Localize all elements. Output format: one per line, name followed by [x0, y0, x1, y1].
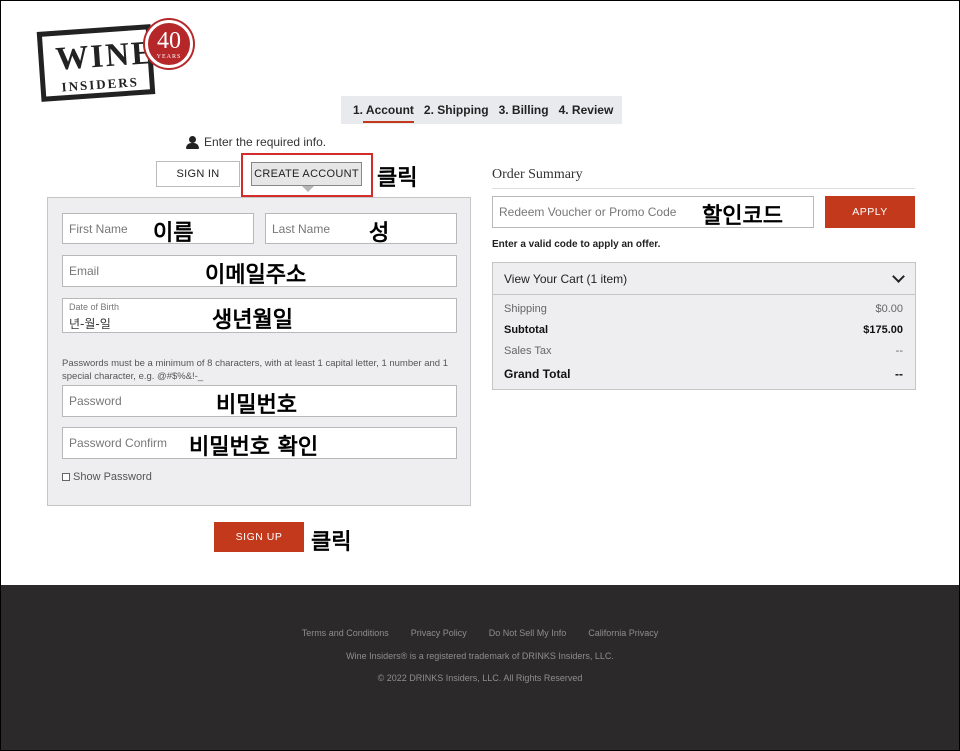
step-billing[interactable]: 3. Billing — [499, 103, 549, 117]
footer-copyright: © 2022 DRINKS Insiders, LLC. All Rights … — [377, 673, 583, 683]
footer-link-terms[interactable]: Terms and Conditions — [302, 628, 389, 638]
summary-divider — [492, 188, 915, 189]
annotation-first-name: 이름 — [153, 221, 194, 246]
step-review[interactable]: 4. Review — [559, 103, 614, 117]
row-label: Shipping — [504, 303, 547, 315]
row-value: $0.00 — [875, 303, 903, 315]
wine-insiders-logo[interactable]: WINE INSIDERS 40 YEARS — [36, 20, 193, 102]
row-label: Grand Total — [504, 367, 571, 381]
logo-brand: WINE — [54, 34, 157, 78]
tab-sign-in[interactable]: SIGN IN — [156, 161, 240, 187]
show-password-checkbox[interactable] — [62, 473, 70, 481]
last-name-input[interactable] — [272, 221, 456, 236]
annotation-click-create: 클릭 — [377, 166, 418, 191]
row-value: $175.00 — [863, 324, 903, 336]
dob-value: 년-월-일 — [69, 316, 111, 331]
summary-row-subtotal: Subtotal $175.00 — [504, 324, 903, 336]
dob-label: Date of Birth — [69, 301, 120, 312]
annotation-highlight-box — [241, 153, 373, 197]
password-hint: Passwords must be a minimum of 8 charact… — [62, 358, 448, 382]
cart-summary: View Your Cart (1 item) Shipping $0.00 S… — [492, 262, 916, 390]
footer-link-privacy[interactable]: Privacy Policy — [411, 628, 467, 638]
logo-box: WINE INSIDERS — [36, 24, 157, 102]
step-shipping[interactable]: 2. Shipping — [424, 103, 489, 117]
badge-number: 40 — [157, 28, 181, 54]
row-value: -- — [895, 345, 903, 357]
annotation-password: 비밀번호 — [216, 393, 297, 418]
order-summary-title: Order Summary — [492, 167, 583, 182]
required-info-text: Enter the required info. — [204, 135, 327, 149]
chevron-down-icon — [892, 269, 905, 283]
show-password[interactable]: Show Password — [62, 471, 152, 483]
summary-row-sales-tax: Sales Tax -- — [504, 345, 903, 357]
footer-trademark: Wine Insiders® is a registered trademark… — [346, 651, 614, 661]
annotation-click-signup: 클릭 — [311, 530, 352, 555]
annotation-email: 이메일주소 — [205, 263, 307, 288]
last-name-field[interactable] — [265, 213, 457, 244]
row-label: Sales Tax — [504, 345, 552, 357]
footer-links: Terms and Conditions Privacy Policy Do N… — [0, 628, 960, 638]
required-info: Enter the required info. — [186, 135, 326, 149]
annotation-last-name: 성 — [369, 221, 390, 246]
summary-row-shipping: Shipping $0.00 — [504, 303, 903, 315]
anniversary-badge: 40 YEARS — [145, 20, 193, 68]
annotation-promo: 할인코드 — [702, 204, 783, 229]
annotation-password-confirm: 비밀번호 확인 — [189, 435, 319, 460]
badge-text: YEARS — [156, 54, 182, 60]
person-icon — [186, 135, 199, 149]
row-value: -- — [895, 367, 903, 381]
footer-link-do-not-sell[interactable]: Do Not Sell My Info — [489, 628, 567, 638]
annotation-dob: 생년월일 — [212, 308, 293, 333]
checkout-steps: 1. Account 2. Shipping 3. Billing 4. Rev… — [341, 96, 622, 124]
show-password-label: Show Password — [73, 471, 152, 483]
cart-title: View Your Cart (1 item) — [504, 271, 628, 286]
promo-note: Enter a valid code to apply an offer. — [492, 239, 661, 250]
row-label: Subtotal — [504, 324, 548, 336]
summary-row-grand-total: Grand Total -- — [504, 367, 903, 381]
apply-button[interactable]: APPLY — [825, 196, 915, 228]
sign-up-button[interactable]: SIGN UP — [214, 522, 304, 552]
footer-link-california-privacy[interactable]: California Privacy — [588, 628, 658, 638]
view-cart-toggle[interactable]: View Your Cart (1 item) — [493, 263, 915, 295]
site-footer: Terms and Conditions Privacy Policy Do N… — [0, 585, 960, 751]
step-account[interactable]: 1. Account — [353, 103, 414, 123]
